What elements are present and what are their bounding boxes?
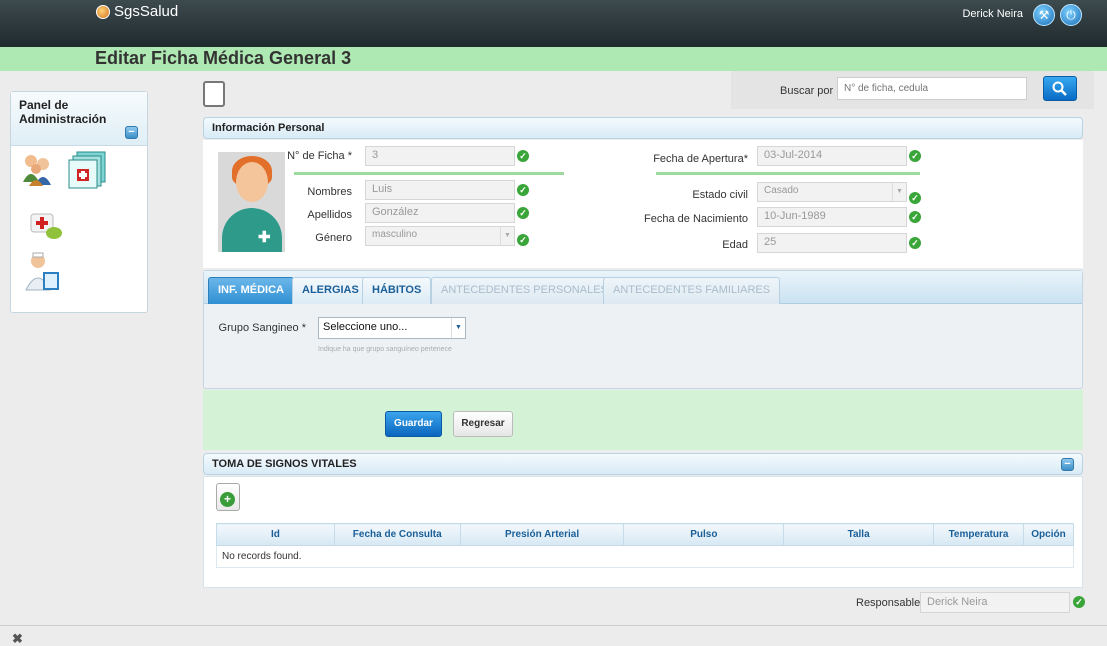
column-header[interactable]: Fecha de Consulta — [333, 523, 461, 546]
app-logo[interactable]: SgsSalud — [96, 3, 178, 20]
genero-select[interactable]: masculino ▼ — [365, 226, 515, 246]
valid-check-icon: ✓ — [1073, 596, 1085, 608]
collapse-icon[interactable]: − — [125, 126, 138, 139]
estado-label: Estado civil — [692, 189, 748, 201]
valid-check-icon: ✓ — [909, 192, 921, 204]
valid-check-icon: ✓ — [517, 150, 529, 162]
admin-panel-title: Panel de Administración — [19, 98, 107, 126]
valid-check-icon: ✓ — [909, 211, 921, 223]
empty-message: No records found. — [216, 545, 1074, 568]
divider — [656, 172, 920, 175]
column-header[interactable]: Id — [216, 523, 335, 546]
grupo-value: Seleccione uno... — [323, 321, 408, 333]
responsable-label: Responsable — [856, 597, 921, 609]
power-icon[interactable]: ⏻ — [1060, 4, 1082, 26]
chevron-down-icon: ▼ — [500, 227, 514, 245]
column-header[interactable]: Talla — [783, 523, 935, 546]
column-header[interactable]: Pulso — [623, 523, 785, 546]
add-record-icon[interactable]: + — [216, 483, 240, 511]
divider — [294, 172, 564, 175]
tab-antecedentes-personales[interactable]: ANTECEDENTES PERSONALES — [431, 277, 618, 304]
valid-check-icon: ✓ — [517, 184, 529, 196]
settings-icon[interactable]: ⚒ — [1033, 4, 1055, 26]
genero-label: Género — [315, 232, 352, 244]
grupo-hint: Indique ha que grupo sanguíneo pertenece — [318, 346, 452, 353]
responsable-field[interactable]: Derick Neira — [920, 592, 1070, 613]
personal-info-header: Información Personal — [203, 117, 1083, 139]
valid-check-icon: ✓ — [517, 207, 529, 219]
tab-inf-medica[interactable]: INF. MÉDICA — [208, 277, 294, 304]
top-bar: SgsSalud Derick Neira ⚒ ⏻ — [0, 0, 1107, 47]
table-row: No records found. — [216, 545, 1074, 568]
collapse-icon[interactable]: − — [1061, 458, 1074, 471]
first-aid-kit-icon[interactable] — [29, 208, 63, 242]
nombres-label: Nombres — [307, 186, 352, 198]
doctor-icon[interactable] — [25, 252, 61, 292]
tab-strip: INF. MÉDICA ALERGIAS HÁBITOS ANTECEDENTE… — [204, 271, 1082, 304]
admin-panel: Panel de Administración − — [10, 91, 148, 313]
column-header[interactable]: Opción — [1022, 523, 1075, 546]
column-header[interactable]: Temperatura — [933, 523, 1024, 546]
chevron-down-icon: ▼ — [892, 183, 906, 201]
ficha-field[interactable]: 3 — [365, 146, 515, 166]
search-label: Buscar por — [780, 85, 834, 97]
estado-select[interactable]: Casado ▼ — [757, 182, 907, 202]
close-icon[interactable]: ✖ — [12, 631, 23, 646]
document-icon[interactable] — [203, 81, 225, 107]
valid-check-icon: ✓ — [909, 150, 921, 162]
tab-antecedentes-familiares[interactable]: ANTECEDENTES FAMILIARES — [603, 277, 781, 304]
column-header[interactable]: Presión Arterial — [459, 523, 625, 546]
genero-value: masculino — [372, 229, 418, 240]
back-button[interactable]: Regresar — [453, 411, 513, 437]
grupo-select[interactable]: Seleccione uno... ▼ — [318, 317, 466, 339]
vitals-header: TOMA DE SIGNOS VITALES − — [203, 453, 1083, 475]
edad-field[interactable]: 25 — [757, 233, 907, 253]
users-icon[interactable] — [21, 152, 55, 186]
valid-check-icon: ✓ — [909, 237, 921, 249]
patient-avatar: ✚ — [218, 152, 285, 252]
action-bar — [203, 390, 1083, 450]
apertura-label: Fecha de Apertura* — [653, 153, 748, 165]
medical-records-icon[interactable] — [67, 150, 109, 190]
title-bar: Editar Ficha Médica General 3 — [0, 47, 1107, 71]
nombres-field[interactable]: Luis — [365, 180, 515, 200]
tab-habitos[interactable]: HÁBITOS — [362, 277, 432, 304]
admin-panel-header: Panel de Administración − — [11, 92, 147, 146]
apertura-field[interactable]: 03-Jul-2014 — [757, 146, 907, 166]
search-icon — [1052, 81, 1067, 96]
personal-info-title: Información Personal — [212, 122, 325, 134]
app-name: SgsSalud — [114, 3, 179, 20]
estado-value: Casado — [764, 185, 799, 196]
valid-check-icon: ✓ — [517, 234, 529, 246]
vitals-table: Id Fecha de Consulta Presión Arterial Pu… — [216, 523, 1075, 568]
ficha-label: N° de Ficha * — [287, 150, 352, 162]
apellidos-label: Apellidos — [307, 209, 352, 221]
tab-alergias[interactable]: ALERGIAS — [292, 277, 369, 304]
search-button[interactable] — [1043, 76, 1077, 101]
edad-label: Edad — [722, 239, 748, 251]
app-logo-icon — [96, 4, 110, 19]
vitals-title: TOMA DE SIGNOS VITALES — [212, 458, 357, 470]
user-name[interactable]: Derick Neira — [962, 8, 1023, 20]
chevron-down-icon: ▼ — [451, 318, 465, 338]
search-input[interactable] — [837, 77, 1027, 100]
apellidos-field[interactable]: González — [365, 203, 515, 223]
save-button[interactable]: Guardar — [385, 411, 442, 437]
nacimiento-field[interactable]: 10-Jun-1989 — [757, 207, 907, 227]
page-title: Editar Ficha Médica General 3 — [95, 48, 352, 68]
footer-divider — [0, 625, 1107, 626]
grupo-label: Grupo Sangineo * — [218, 322, 306, 334]
nacimiento-label: Fecha de Nacimiento — [644, 213, 748, 225]
